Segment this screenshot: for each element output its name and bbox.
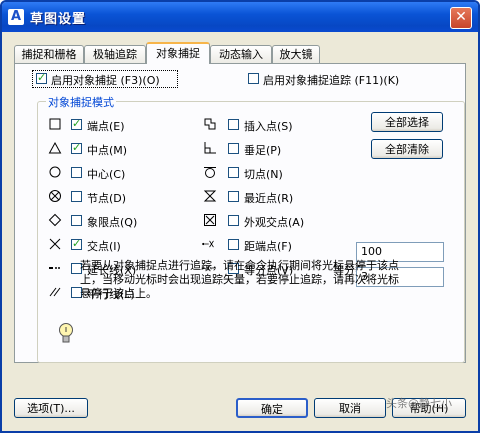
dialog-title: 草图设置 — [30, 12, 87, 27]
tab-snap-grid[interactable]: 捕捉和栅格 — [14, 45, 84, 63]
object-snap-panel: 启用对象捕捉 (F3)(O) 启用对象捕捉追踪 (F11)(K) 对象捕捉模式 … — [14, 63, 466, 363]
node-checkbox[interactable] — [71, 191, 82, 202]
apparent-intersection-icon — [204, 214, 216, 226]
parallel-icon — [49, 287, 61, 297]
intersection-x-icon — [49, 238, 61, 250]
midpoint-label: 中点(M) — [87, 144, 128, 157]
tangent-icon — [204, 167, 216, 178]
close-button[interactable]: ✕ — [450, 7, 472, 29]
title-bar[interactable]: A 草图设置 ✕ — [2, 2, 478, 32]
nearest-icon — [203, 190, 217, 202]
autocad-icon: A — [8, 9, 24, 25]
nearest-label: 最近点(R) — [244, 192, 294, 205]
center-label: 中心(C) — [87, 168, 126, 181]
drafting-settings-dialog: A 草图设置 ✕ 捕捉和栅格 极轴追踪 对象捕捉 动态输入 放大镜 启用对象捕捉… — [0, 0, 480, 433]
from-endpoint-checkbox[interactable] — [228, 239, 239, 250]
enable-osnap-label: 启用对象捕捉 (F3)(O) — [51, 74, 160, 87]
endpoint-checkbox[interactable] — [71, 117, 82, 130]
from-endpoint-icon — [202, 240, 214, 248]
midpoint-triangle-icon — [48, 141, 62, 154]
tangent-checkbox[interactable] — [228, 167, 239, 178]
nearest-checkbox[interactable] — [228, 191, 239, 202]
from-endpoint-label: 距端点(F) — [244, 240, 292, 253]
intersection-label: 交点(I) — [87, 240, 121, 253]
quadrant-diamond-icon — [48, 213, 62, 227]
ok-button[interactable]: 确定 — [236, 398, 308, 418]
quadrant-label: 象限点(Q) — [87, 216, 138, 229]
endpoint-label: 端点(E) — [87, 120, 125, 133]
enable-tracking-label: 启用对象捕捉追踪 (F11)(K) — [263, 74, 400, 87]
clear-all-button[interactable]: 全部清除 — [371, 139, 443, 159]
cancel-button[interactable]: 取消 — [314, 398, 386, 418]
enable-tracking-checkbox[interactable] — [248, 73, 259, 84]
midpoint-checkbox[interactable] — [71, 141, 82, 154]
apparent-intersection-label: 外观交点(A) — [244, 216, 305, 229]
intersection-checkbox[interactable] — [71, 237, 82, 250]
tab-magnifier[interactable]: 放大镜 — [272, 45, 320, 63]
tangent-label: 切点(N) — [244, 168, 283, 181]
center-checkbox[interactable] — [71, 167, 82, 178]
tab-dynamic-input[interactable]: 动态输入 — [210, 45, 272, 63]
endpoint-square-icon — [49, 118, 61, 130]
watermark-text: 头条@静七小 — [386, 397, 452, 410]
tip-text: 若要从对象捕捉点进行追踪，请在命令执行期间将光标悬停于该点上，当移动光标时会出现… — [80, 259, 399, 300]
lightbulb-icon — [59, 323, 73, 343]
perpendicular-checkbox[interactable] — [228, 143, 239, 154]
quadrant-checkbox[interactable] — [71, 215, 82, 226]
insertion-icon — [204, 118, 216, 130]
enable-osnap-checkbox[interactable] — [36, 71, 47, 84]
apparent-intersection-checkbox[interactable] — [228, 215, 239, 226]
snap-modes-title: 对象捕捉模式 — [46, 94, 116, 110]
select-all-button[interactable]: 全部选择 — [371, 112, 443, 132]
node-label: 节点(D) — [87, 192, 127, 205]
insertion-checkbox[interactable] — [228, 119, 239, 130]
perpendicular-label: 垂足(P) — [244, 144, 282, 157]
node-icon — [49, 190, 61, 202]
tab-object-snap[interactable]: 对象捕捉 — [146, 42, 210, 64]
extension-icon — [49, 267, 60, 269]
insertion-label: 插入点(S) — [244, 120, 293, 133]
center-circle-icon — [49, 166, 61, 178]
perpendicular-icon — [204, 142, 216, 154]
options-button[interactable]: 选项(T)... — [14, 398, 88, 418]
tab-polar-tracking[interactable]: 极轴追踪 — [84, 45, 146, 63]
